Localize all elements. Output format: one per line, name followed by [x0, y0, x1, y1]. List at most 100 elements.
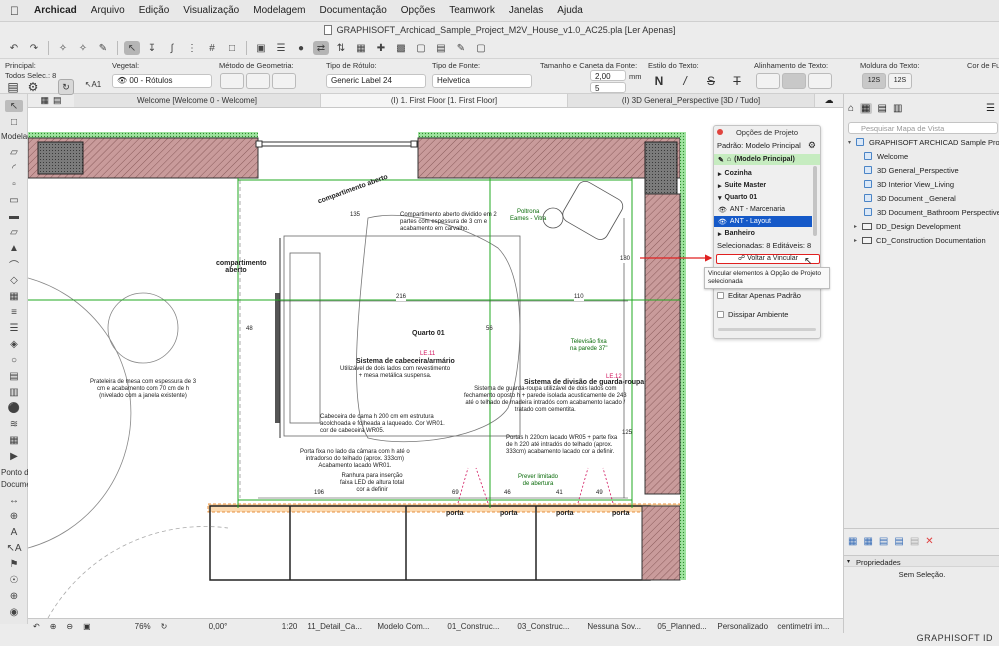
expand-icon[interactable]: ▸ — [718, 230, 722, 238]
slab-tool-icon[interactable]: ▱ — [5, 226, 23, 238]
align-center-button[interactable] — [782, 73, 806, 89]
navigator-item-3d-interior[interactable]: 3D Interior View_Living — [844, 178, 999, 190]
view-frame-icon[interactable]: ▣ — [253, 41, 269, 55]
model-view-options[interactable]: Modelo Com... — [372, 622, 442, 631]
lock-icon[interactable]: ● — [293, 41, 309, 55]
detail-tool-icon[interactable]: ⊕ — [5, 590, 23, 602]
door-tool-icon[interactable]: ◜ — [5, 162, 23, 174]
snap-icon[interactable]: ∫ — [164, 41, 180, 55]
menu-modelagem[interactable]: Modelagem — [246, 5, 312, 16]
compare-icon[interactable]: ⇅ — [333, 41, 349, 55]
option-ant-marcenaria[interactable]: 👁 ANT - Marcenaria — [714, 204, 812, 215]
marquee-tool-icon[interactable]: □ — [5, 116, 23, 128]
geometry-curved-button[interactable] — [272, 73, 296, 89]
navigator-item-3d-document[interactable]: 3D Document _General — [844, 192, 999, 204]
eyedropper-icon[interactable]: ✎ — [95, 41, 111, 55]
object-tool-icon[interactable]: ○ — [5, 354, 23, 366]
align-right-button[interactable] — [808, 73, 832, 89]
options-settings-icon[interactable]: ⚙ — [808, 140, 816, 151]
main-model-row[interactable]: ✎ ⌂ (Modelo Principal) — [714, 154, 820, 165]
fill-toggle-icon[interactable]: ▩ — [393, 41, 409, 55]
tab-welcome[interactable]: Welcome [Welcome 0 - Welcome] — [74, 94, 321, 107]
menu-edicao[interactable]: Edição — [132, 5, 177, 16]
publisher-icon[interactable]: ▥ — [893, 103, 902, 114]
brush-icon[interactable]: ✎ — [453, 41, 469, 55]
structure-display[interactable]: 05_Planned... — [652, 622, 712, 631]
grid-tool-icon[interactable]: ▦ — [5, 434, 23, 446]
lamp-tool-icon[interactable]: ⚫ — [5, 402, 23, 414]
stair-tool-icon[interactable]: ≡ — [5, 306, 23, 318]
new-folder-icon[interactable]: ▤ — [879, 536, 888, 547]
option-set-cozinha[interactable]: ▸ Cozinha — [714, 168, 812, 179]
clone-folder-icon[interactable]: ▦ — [863, 536, 872, 547]
label-marker-icon[interactable]: ↖A1 — [82, 76, 104, 92]
trace-icon[interactable]: ⇄ — [313, 41, 329, 55]
menu-documentacao[interactable]: Documentação — [313, 5, 394, 16]
menu-teamwork[interactable]: Teamwork — [442, 5, 502, 16]
layer-combination[interactable]: 11_Detail_Ca... — [302, 622, 372, 631]
skylight-tool-icon[interactable]: ◇ — [5, 274, 23, 286]
navigator-item-3d-bathroom[interactable]: 3D Document_Bathroom Perspective — [844, 206, 999, 218]
curtain-wall-tool-icon[interactable]: ▦ — [5, 290, 23, 302]
label-tool-icon[interactable]: ▤ — [6, 79, 20, 95]
navigator-folder-cd[interactable]: ▸ CD_Construction Documentation — [844, 234, 999, 246]
tab-3d-perspective[interactable]: (I) 3D General_Perspective [3D / Tudo] — [568, 94, 815, 107]
rotate-view-icon[interactable]: ↻ — [156, 622, 173, 631]
railing-tool-icon[interactable]: ☰ — [5, 322, 23, 334]
menu-opcoes[interactable]: Opções — [394, 5, 442, 16]
font-select[interactable]: Helvetica — [432, 74, 532, 88]
menu-janelas[interactable]: Janelas — [502, 5, 550, 16]
terrain-tool-icon[interactable]: ≋ — [5, 418, 23, 430]
zone-tool-icon[interactable]: ▤ — [5, 370, 23, 382]
tabs-menu-icon[interactable]: ▤ — [53, 95, 62, 106]
layout-book-icon[interactable]: ▤ — [878, 103, 887, 114]
apple-icon[interactable]:  — [0, 4, 27, 18]
view-options-icon[interactable]: ☁ — [815, 94, 843, 107]
pick-up-icon[interactable]: ✧ — [55, 41, 71, 55]
expand-icon[interactable]: ▸ — [854, 223, 862, 230]
custom-dimension[interactable]: Personalizado — [712, 622, 772, 631]
collapse-icon[interactable]: ▾ — [718, 194, 722, 202]
scale-value[interactable]: 1:20 — [232, 622, 302, 631]
text-tool-icon[interactable]: A — [5, 526, 23, 538]
folder-plus-icon[interactable]: ▤ — [894, 536, 903, 547]
menu-visualizacao[interactable]: Visualização — [176, 5, 246, 16]
column-tool-icon[interactable]: ▭ — [5, 194, 23, 206]
italic-icon[interactable]: / — [678, 73, 692, 89]
layers-icon[interactable]: ☰ — [273, 41, 289, 55]
settings-icon[interactable]: ⚙ — [26, 79, 40, 95]
bold-icon[interactable]: N — [652, 73, 666, 89]
collapse-icon[interactable]: ▾ — [847, 558, 850, 565]
morph-tool-icon[interactable]: ◈ — [5, 338, 23, 350]
geometry-straight-button[interactable] — [220, 73, 244, 89]
option-set-suite-master[interactable]: ▸ Suite Master — [714, 180, 812, 191]
redo-icon[interactable]: ↷ — [26, 41, 42, 55]
renovation-filter[interactable]: Nessuna Sov... — [582, 622, 652, 631]
marker-tool-icon[interactable]: ⚑ — [5, 558, 23, 570]
edit-only-main-checkbox[interactable] — [717, 292, 724, 299]
strikethrough-s-icon[interactable]: S — [704, 73, 718, 89]
label-type-select[interactable]: Generic Label 24 — [326, 74, 426, 88]
expand-icon[interactable]: ▸ — [718, 170, 722, 178]
section-tool-icon[interactable]: ☉ — [5, 574, 23, 586]
delete-icon[interactable]: ✕ — [925, 536, 933, 547]
new-view-icon[interactable]: ▦ — [848, 536, 857, 547]
pen-input[interactable]: 5 — [590, 82, 626, 93]
transparency-slider[interactable] — [718, 328, 816, 331]
level-dimension-tool-icon[interactable]: ⊕ — [5, 510, 23, 522]
arrow-tool-icon[interactable]: ↖ — [124, 41, 140, 55]
rotate-icon[interactable]: ↻ — [58, 79, 74, 95]
worksheet-tool-icon[interactable]: ◉ — [5, 606, 23, 618]
graphic-override[interactable]: 03_Construc... — [512, 622, 582, 631]
properties-header[interactable]: ▾ Propriedades — [844, 555, 999, 567]
fit-window-icon[interactable]: ▣ — [78, 622, 96, 631]
wall-tool-icon[interactable]: ▱ — [5, 146, 23, 158]
guide-lines-icon[interactable]: ⋮ — [184, 41, 200, 55]
navigator-item-welcome[interactable]: Welcome — [844, 150, 999, 162]
window-icon[interactable]: ▢ — [413, 41, 429, 55]
inject-icon[interactable]: ✧ — [75, 41, 91, 55]
grid-snap-icon[interactable]: # — [204, 41, 220, 55]
geometry-polyline-button[interactable] — [246, 73, 270, 89]
navigator-folder-dd[interactable]: ▸ DD_Design Development — [844, 220, 999, 232]
navigator-root[interactable]: ▾ GRAPHISOFT ARCHICAD Sample Project - M — [844, 136, 999, 148]
